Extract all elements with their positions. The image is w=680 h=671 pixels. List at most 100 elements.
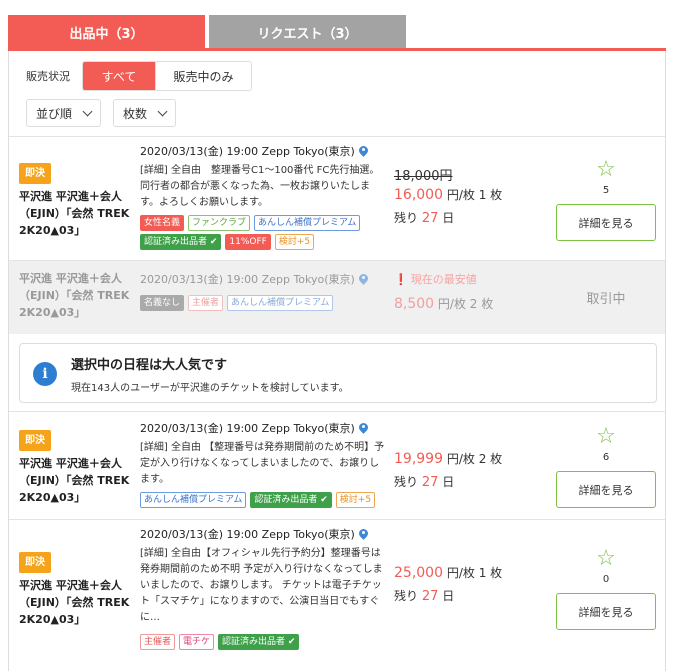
remain-suffix: 日 bbox=[442, 475, 455, 489]
tag: 検討+5 bbox=[274, 234, 315, 250]
tag: 名義なし bbox=[140, 295, 185, 311]
quantity: 2 枚 bbox=[478, 452, 503, 466]
remaining-days: 残り 27 日 bbox=[394, 587, 544, 604]
tag: 認証済み出品者 ✔ bbox=[140, 234, 222, 250]
listing-title-block: 即決 平沢進 平沢進＋会人（EJIN）「会然 TREK 2K20▲03」 bbox=[19, 430, 139, 506]
tab-bar: 出品中（3） リクエスト（3） bbox=[0, 0, 680, 51]
price-line: 16,000 円/枚 1 枚 bbox=[394, 186, 544, 203]
listing-actions: ☆ 0 詳細を見る bbox=[556, 548, 656, 630]
tag: 認証済み出品者 ✔ bbox=[218, 634, 300, 650]
listing-description: [詳細] 全自由【オフィシャル先行予約分】整理番号は発券期間前のため不明 予定が… bbox=[140, 548, 383, 623]
event-date: 2020/03/13(金) 19:00 Zepp Tokyo(東京) bbox=[140, 271, 385, 287]
event-date: 2020/03/13(金) 19:00 Zepp Tokyo(東京) bbox=[140, 420, 385, 436]
remain-count: 27 bbox=[421, 211, 439, 226]
listing-row: 即決 平沢進 平沢進＋会人（EJIN）「会然 TREK 2K20▲03」 202… bbox=[9, 519, 665, 669]
price-line: 25,000 円/枚 1 枚 bbox=[394, 564, 544, 581]
price-unit: 円/枚 bbox=[437, 297, 466, 311]
listing-details: 2020/03/13(金) 19:00 Zepp Tokyo(東京) 名義なし … bbox=[140, 271, 385, 311]
location-pin-icon bbox=[359, 146, 368, 157]
popularity-notice: i 選択中の日程は大人気です 現在143人のユーザーが平沢進のチケットを検討して… bbox=[19, 343, 657, 403]
listing-tags: あんしん補償プレミアム 認証済み出品者 ✔ 検討+5 bbox=[140, 492, 385, 508]
filter-all-button[interactable]: すべて bbox=[83, 62, 155, 90]
price-block: 18,000円 16,000 円/枚 1 枚 残り 27 日 bbox=[394, 165, 544, 226]
listing-title-block: 平沢進 平沢進＋会人（EJIN）「会然 TREK 2K20▲03」 bbox=[19, 270, 139, 321]
tag: あんしん補償プレミアム bbox=[140, 492, 247, 508]
remain-count: 27 bbox=[421, 589, 439, 604]
alert-icon: ❗ bbox=[394, 272, 408, 286]
instant-buy-badge: 即決 bbox=[19, 163, 51, 184]
notice-text: 現在143人のユーザーが平沢進のチケットを検討しています。 bbox=[71, 383, 349, 394]
listing-title: 平沢進 平沢進＋会人（EJIN）「会然 TREK 2K20▲03」 bbox=[19, 457, 130, 504]
view-details-button[interactable]: 詳細を見る bbox=[556, 471, 656, 508]
listing-panel: 販売状況 すべて 販売中のみ 並び順 枚数 即決 平沢進 平沢進＋会人（EJIN… bbox=[8, 51, 666, 671]
price-block: 19,999 円/枚 2 枚 残り 27 日 bbox=[394, 448, 544, 490]
quantity: 2 枚 bbox=[469, 297, 494, 311]
event-date: 2020/03/13(金) 19:00 Zepp Tokyo(東京) bbox=[140, 143, 385, 159]
event-date-text: 2020/03/13(金) 19:00 Zepp Tokyo(東京) bbox=[140, 273, 355, 286]
tag: 検討+5 bbox=[335, 492, 376, 508]
sales-status-filter: 販売状況 すべて 販売中のみ bbox=[26, 61, 252, 91]
location-pin-icon bbox=[359, 423, 368, 434]
price: 16,000 bbox=[394, 187, 443, 203]
price-line: 8,500 円/枚 2 枚 bbox=[394, 295, 544, 312]
tab-requests[interactable]: リクエスト（3） bbox=[209, 15, 406, 50]
listing-description: [詳細] 全自由 整理番号C1〜100番代 FC先行抽選。同行者の都合が悪くなっ… bbox=[140, 165, 380, 208]
info-icon: i bbox=[33, 362, 57, 386]
instant-buy-badge: 即決 bbox=[19, 552, 51, 573]
listing-title: 平沢進 平沢進＋会人（EJIN）「会然 TREK 2K20▲03」 bbox=[19, 190, 130, 237]
tag: あんしん補償プレミアム bbox=[227, 295, 334, 311]
discount-tag: 11%OFF bbox=[225, 234, 271, 250]
location-pin-icon bbox=[359, 529, 368, 540]
listing-actions: 取引中 bbox=[556, 288, 656, 307]
remaining-days: 残り 27 日 bbox=[394, 473, 544, 490]
tag: 主催者 bbox=[188, 295, 224, 311]
listing-title: 平沢進 平沢進＋会人（EJIN）「会然 TREK 2K20▲03」 bbox=[19, 272, 130, 319]
listing-actions: ☆ 6 詳細を見る bbox=[556, 426, 656, 508]
favorite-star-icon[interactable]: ☆ bbox=[556, 159, 656, 181]
listing-tags: 名義なし 主催者 あんしん補償プレミアム bbox=[140, 295, 385, 311]
quantity: 1 枚 bbox=[478, 566, 503, 580]
listing-description: [詳細] 全自由 【整理番号は発券期間前のため不明】予定が入り行けなくなってしま… bbox=[140, 442, 385, 485]
event-date-text: 2020/03/13(金) 19:00 Zepp Tokyo(東京) bbox=[140, 145, 355, 158]
location-pin-icon bbox=[359, 274, 368, 285]
remain-prefix: 残り bbox=[394, 589, 419, 603]
view-details-button[interactable]: 詳細を見る bbox=[556, 204, 656, 241]
remain-prefix: 残り bbox=[394, 211, 419, 225]
event-date-text: 2020/03/13(金) 19:00 Zepp Tokyo(東京) bbox=[140, 422, 355, 435]
listing-row: 即決 平沢進 平沢進＋会人（EJIN）「会然 TREK 2K20▲03」 202… bbox=[9, 411, 665, 519]
tag: ファンクラブ bbox=[188, 215, 251, 231]
price-block: ❗ 現在の最安値 8,500 円/枚 2 枚 bbox=[394, 271, 544, 313]
ticket-count-dropdown[interactable]: 枚数 bbox=[113, 99, 177, 127]
sort-order-dropdown[interactable]: 並び順 bbox=[26, 99, 102, 127]
lowest-price-note: ❗ 現在の最安値 bbox=[394, 271, 544, 287]
instant-buy-badge: 即決 bbox=[19, 430, 51, 451]
view-details-button[interactable]: 詳細を見る bbox=[556, 593, 656, 630]
listing-details: 2020/03/13(金) 19:00 Zepp Tokyo(東京) [詳細] … bbox=[140, 143, 385, 250]
favorite-count: 0 bbox=[602, 574, 610, 585]
event-date: 2020/03/13(金) 19:00 Zepp Tokyo(東京) bbox=[140, 526, 385, 542]
tab-listings[interactable]: 出品中（3） bbox=[8, 15, 205, 50]
remaining-days: 残り 27 日 bbox=[394, 209, 544, 226]
tag: 認証済み出品者 ✔ bbox=[250, 492, 332, 508]
listing-title: 平沢進 平沢進＋会人（EJIN）「会然 TREK 2K20▲03」 bbox=[19, 579, 130, 626]
listing-title-block: 即決 平沢進 平沢進＋会人（EJIN）「会然 TREK 2K20▲03」 bbox=[19, 163, 139, 239]
chevron-down-icon bbox=[157, 106, 168, 116]
favorite-count: 5 bbox=[602, 185, 610, 196]
ticket-count-label: 枚数 bbox=[123, 106, 148, 121]
tag: あんしん補償プレミアム bbox=[254, 215, 361, 231]
status-segmented-control: すべて 販売中のみ bbox=[82, 61, 252, 91]
quantity: 1 枚 bbox=[478, 188, 503, 202]
remain-count: 27 bbox=[421, 475, 439, 490]
favorite-star-icon[interactable]: ☆ bbox=[556, 548, 656, 570]
remain-suffix: 日 bbox=[442, 589, 455, 603]
filter-on-sale-button[interactable]: 販売中のみ bbox=[155, 62, 251, 90]
listing-row: 平沢進 平沢進＋会人（EJIN）「会然 TREK 2K20▲03」 2020/0… bbox=[9, 260, 665, 334]
favorite-star-icon[interactable]: ☆ bbox=[556, 426, 656, 448]
filter-label: 販売状況 bbox=[26, 70, 70, 83]
lowest-price-text: 現在の最安値 bbox=[410, 273, 477, 286]
remain-suffix: 日 bbox=[442, 211, 455, 225]
price-line: 19,999 円/枚 2 枚 bbox=[394, 450, 544, 467]
tag: 女性名義 bbox=[140, 215, 185, 231]
tag: 主催者 bbox=[140, 634, 176, 650]
price: 25,000 bbox=[394, 565, 443, 581]
